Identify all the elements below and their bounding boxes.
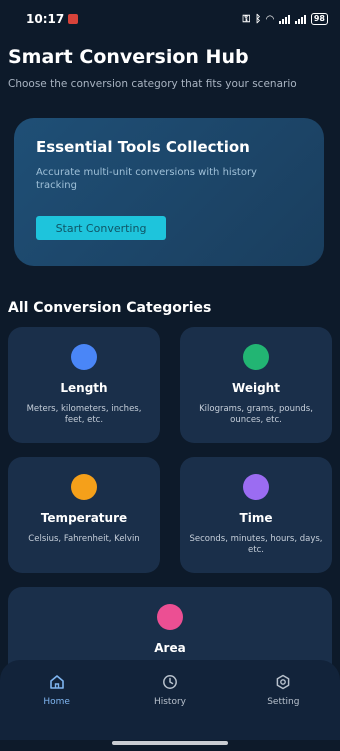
nav-item-history[interactable]: History [120, 674, 220, 707]
page-subtitle: Choose the conversion category that fits… [8, 78, 297, 90]
nav-label: History [153, 697, 186, 707]
category-description: Celsius, Fahrenheit, Kelvin [28, 534, 140, 544]
category-name: Length [60, 381, 108, 395]
battery-icon: 98 [310, 13, 328, 25]
nav-item-setting[interactable]: Setting [233, 674, 333, 707]
nav-label: Setting [267, 697, 300, 707]
signal-icon [278, 14, 290, 24]
category-card-weight[interactable]: Weight Kilograms, grams, pounds, ounces,… [180, 327, 332, 443]
status-time: 10:17 [26, 12, 65, 26]
bottom-nav: Home History Setting [0, 660, 340, 740]
page-title: Smart Conversion Hub [8, 46, 249, 68]
time-icon [243, 474, 269, 500]
area-icon [157, 604, 183, 630]
category-description: Kilograms, grams, pounds, ounces, etc. [199, 404, 313, 425]
start-converting-button[interactable]: Start Converting [36, 216, 166, 240]
temperature-icon [71, 474, 97, 500]
signal-icon-2 [294, 14, 306, 24]
category-card-time[interactable]: Time Seconds, minutes, hours, days, etc. [180, 457, 332, 573]
category-name: Weight [232, 381, 280, 395]
status-bar: 10:17 ⚿ ᛒ ◠ 98 [0, 0, 340, 38]
weight-icon [243, 344, 269, 370]
hero-title: Essential Tools Collection [36, 138, 250, 156]
length-icon [71, 344, 97, 370]
category-card-length[interactable]: Length Meters, kilometers, inches, feet,… [8, 327, 160, 443]
category-name: Time [239, 511, 273, 525]
category-name: Temperature [40, 511, 128, 525]
bluetooth-icon: ᛒ [255, 13, 262, 25]
category-description: Seconds, minutes, hours, days, etc. [189, 534, 323, 555]
category-name: Area [154, 641, 186, 655]
category-description: Meters, kilometers, inches, feet, etc. [26, 404, 142, 425]
hero-description: Accurate multi-unit conversions with his… [36, 167, 257, 191]
home-icon [49, 675, 64, 689]
nav-item-home[interactable]: Home [7, 674, 107, 707]
history-icon [163, 675, 177, 689]
nav-label: Home [43, 697, 70, 707]
category-card-temperature[interactable]: Temperature Celsius, Fahrenheit, Kelvin [8, 457, 160, 573]
section-title: All Conversion Categories [8, 300, 212, 316]
wifi-icon: ◠ [266, 13, 274, 25]
key-icon: ⚿ [242, 13, 251, 25]
notification-icon [68, 14, 79, 24]
hero-card: Essential Tools Collection Accurate mult… [14, 118, 324, 266]
home-indicator [112, 741, 228, 745]
settings-icon [276, 674, 290, 690]
